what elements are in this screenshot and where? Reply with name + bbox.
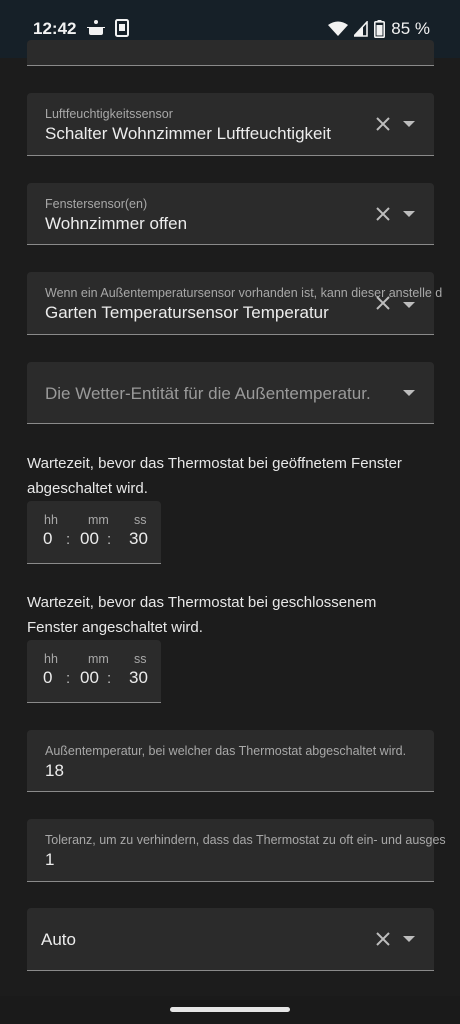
seconds-input[interactable]: 30 [129,668,148,688]
shutoff-temperature-field[interactable]: Außentemperatur, bei welcher das Thermos… [27,730,434,792]
chevron-down-icon[interactable] [402,388,416,398]
hours-label: hh [44,513,58,527]
humidity-sensor-label: Luftfeuchtigkeitssensor [45,107,173,121]
window-sensor-label: Fenstersensor(en) [45,197,148,211]
minutes-input[interactable]: 00 [80,668,99,688]
status-time: 12:42 [33,19,77,38]
status-right: 85 % [328,18,430,40]
time-separator: : [66,670,71,687]
battery-icon [374,20,386,38]
mode-select[interactable]: Auto [27,908,434,971]
weather-entity-select[interactable]: Die Wetter-Entität für die Außentemperat… [27,362,434,424]
wifi-icon [328,21,349,36]
time-separator: : [66,531,71,548]
chevron-down-icon[interactable] [402,300,416,310]
closed-window-delay-description: Wartezeit, bevor das Thermostat bei gesc… [27,594,377,636]
hours-input[interactable]: 0 [43,668,52,688]
minutes-input[interactable]: 00 [80,529,99,549]
sim-card-icon [115,19,129,37]
window-sensor-value: Wohnzimmer offen [45,214,188,233]
previous-field-partial[interactable] [27,40,434,66]
minutes-label: mm [88,652,109,666]
shutoff-temperature-input[interactable]: 18 [45,761,64,781]
chevron-down-icon[interactable] [402,209,416,219]
closed-window-delay-duration[interactable]: hh mm ss 0 : 00 : 30 [27,640,161,703]
clear-icon[interactable] [374,115,392,133]
clear-icon[interactable] [374,294,392,312]
clear-icon[interactable] [374,930,392,948]
clear-icon[interactable] [374,205,392,223]
tolerance-label: Toleranz, um zu verhindern, dass das The… [45,833,446,847]
gesture-handle[interactable] [170,1007,290,1012]
shutoff-temperature-label: Außentemperatur, bei welcher das Thermos… [45,744,407,758]
chevron-down-icon[interactable] [402,119,416,129]
cooking-pot-icon [87,20,105,35]
tolerance-field[interactable]: Toleranz, um zu verhindern, dass das The… [27,819,446,882]
mode-value: Auto [41,930,76,949]
humidity-sensor-field[interactable]: Luftfeuchtigkeitssensor Schalter Wohnzim… [27,93,434,156]
time-separator: : [107,531,112,548]
open-window-delay-duration[interactable]: hh mm ss 0 : 00 : 30 [27,501,161,564]
hours-label: hh [44,652,58,666]
seconds-label: ss [134,513,147,527]
open-window-delay-description: Wartezeit, bevor das Thermostat bei geöf… [27,455,402,497]
weather-entity-placeholder: Die Wetter-Entität für die Außentemperat… [45,384,371,403]
window-sensor-field[interactable]: Fenstersensor(en) Wohnzimmer offen [27,183,434,245]
minutes-label: mm [88,513,109,527]
battery-percentage: 85 % [391,19,430,38]
seconds-input[interactable]: 30 [129,529,148,549]
tolerance-input[interactable]: 1 [45,850,54,870]
signal-icon [354,21,369,37]
hours-input[interactable]: 0 [43,529,52,549]
humidity-sensor-value: Schalter Wohnzimmer Luftfeuchtigkeit [45,124,331,143]
time-separator: : [107,670,112,687]
chevron-down-icon[interactable] [402,934,416,944]
seconds-label: ss [134,652,147,666]
outdoor-temperature-sensor-field[interactable]: Wenn ein Außentemperatursensor vorhanden… [27,272,442,335]
outdoor-temperature-sensor-value: Garten Temperatursensor Temperatur [45,303,329,322]
